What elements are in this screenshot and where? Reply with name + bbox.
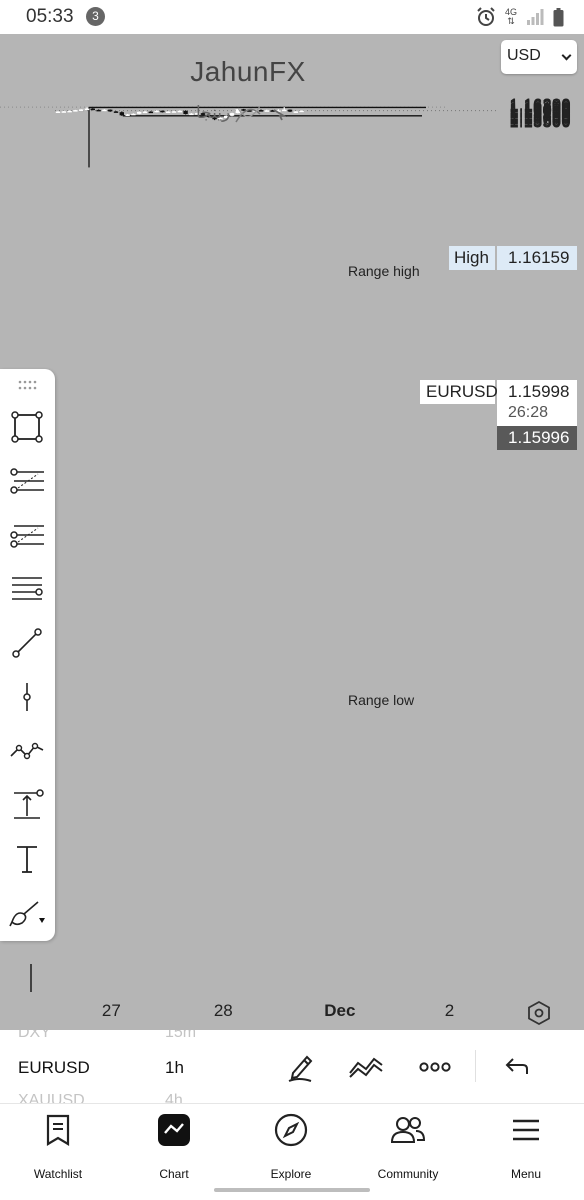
- horizontal-lines-tool-icon[interactable]: [8, 570, 46, 608]
- candle-body: [125, 114, 130, 116]
- more-icon[interactable]: [415, 1048, 455, 1086]
- nav-chart-label: Chart: [159, 1167, 189, 1181]
- fib-retracement-tool-icon[interactable]: [8, 462, 46, 500]
- x-tick-label: Dec: [324, 1001, 355, 1020]
- rectangle-tool-icon[interactable]: [8, 408, 46, 446]
- candle-body: [102, 109, 107, 112]
- action-divider: [475, 1050, 476, 1082]
- candle-body: [142, 111, 148, 114]
- compass-icon: [273, 1112, 309, 1148]
- range-high-label[interactable]: Range high: [348, 263, 420, 279]
- last-price: 1.15998: [508, 382, 570, 401]
- nav-watchlist-label: Watchlist: [33, 1167, 83, 1181]
- alarm-icon: [477, 7, 495, 26]
- symbol-interval-bar: DXY EURUSD XAUUSD 15m 1h 4h: [0, 1030, 584, 1104]
- candle-body: [154, 110, 159, 113]
- candle-body: [55, 111, 61, 114]
- candle-body: [189, 113, 194, 116]
- candle-body: [137, 111, 142, 114]
- community-icon: [390, 1112, 426, 1148]
- menu-icon: [508, 1112, 544, 1148]
- bottom-navigation: Watchlist Chart Explore Community Menu: [0, 1104, 584, 1200]
- nav-watchlist[interactable]: Watchlist: [8, 1112, 108, 1182]
- status-bar: 05:33 3 4G ⇅: [0, 0, 584, 34]
- watchlist-icon: [40, 1112, 76, 1148]
- nav-menu[interactable]: Menu: [476, 1112, 576, 1182]
- indicators-icon[interactable]: [346, 1048, 386, 1086]
- vertical-line-tool-icon[interactable]: [8, 678, 46, 716]
- nav-community-label: Community: [377, 1167, 439, 1181]
- candle-body: [160, 110, 165, 113]
- symbol-option-above[interactable]: DXY: [18, 1030, 51, 1042]
- nav-explore[interactable]: Explore: [241, 1112, 341, 1182]
- status-time: 05:33: [26, 6, 74, 27]
- candle-body: [96, 109, 101, 112]
- drawing-tools-panel: [0, 369, 55, 941]
- candle-countdown: 26:28: [508, 404, 549, 421]
- battery-icon: [553, 7, 564, 26]
- candle-body: [131, 113, 136, 116]
- symbol-selector[interactable]: EURUSD: [18, 1058, 90, 1078]
- fib-extension-tool-icon[interactable]: [8, 516, 46, 554]
- watermark-logo: رینجا: [196, 100, 296, 128]
- nav-chart[interactable]: Chart: [124, 1112, 224, 1182]
- current-price-tag: 1.15996: [497, 426, 577, 450]
- candle-body: [67, 110, 72, 113]
- y-tick-label: 1.15500: [509, 112, 570, 131]
- candle-body: [79, 109, 84, 111]
- x-tick-label: 2: [445, 1001, 454, 1020]
- x-tick-label: 27: [102, 1001, 121, 1020]
- draw-pen-icon[interactable]: [280, 1048, 320, 1086]
- watermark-title: JahunFX: [190, 56, 306, 87]
- currency-value: USD: [507, 47, 541, 64]
- currency-selector[interactable]: USD: [501, 40, 577, 74]
- symbol-option-below[interactable]: XAUUSD: [18, 1092, 85, 1103]
- trend-line-tool-icon[interactable]: [8, 624, 46, 662]
- home-indicator[interactable]: [214, 1188, 370, 1192]
- price-range-tool-icon[interactable]: [8, 786, 46, 824]
- path-tool-icon[interactable]: [8, 732, 46, 770]
- candle-body: [166, 111, 171, 114]
- candle-body: [183, 110, 188, 115]
- interval-option-above[interactable]: 15m: [165, 1030, 196, 1042]
- candle-body: [299, 110, 304, 113]
- watermark-logo-text: رینجا: [196, 103, 231, 123]
- price-chart[interactable]: 1.16300 1.16250 1.16200 1.16150 1.16100 1.160…: [0, 34, 584, 1030]
- drag-handle-icon[interactable]: [17, 379, 37, 391]
- app-root: 05:33 3 4G ⇅ 1.16300 1.16250 1.16200 1.1…: [0, 0, 584, 1200]
- high-price-tag: 1.16159: [497, 246, 577, 270]
- candle-body: [84, 108, 90, 111]
- candle-body: [119, 112, 124, 116]
- notification-count-badge: 3: [86, 7, 105, 26]
- logo-mark-icon: [235, 105, 288, 123]
- interval-option-below[interactable]: 4h: [165, 1092, 183, 1103]
- last-price-tag: 1.15998 26:28: [497, 380, 577, 426]
- x-tick-label: 28: [214, 1001, 233, 1020]
- candle-body: [177, 110, 182, 113]
- interval-selector[interactable]: 1h: [165, 1058, 184, 1078]
- symbol-price-label: EURUSD: [420, 380, 498, 404]
- chevron-down-icon: [561, 50, 572, 61]
- status-icons: 4G ⇅: [476, 7, 564, 27]
- candle-body: [73, 110, 78, 112]
- nav-community[interactable]: Community: [358, 1112, 458, 1182]
- candle-body: [113, 111, 119, 113]
- hexagon-settings-icon[interactable]: [526, 1000, 552, 1026]
- candle-body: [148, 111, 153, 114]
- text-tool-icon[interactable]: [8, 840, 46, 878]
- candle-body: [90, 108, 95, 111]
- chart-icon: [156, 1112, 192, 1148]
- range-low-label[interactable]: Range low: [348, 692, 414, 708]
- signal-icon: [527, 9, 544, 25]
- candlestick-chart[interactable]: 1.163001.162501.162001.161501.161001.160…: [0, 34, 584, 1030]
- undo-icon[interactable]: [496, 1048, 536, 1086]
- candle-body: [108, 109, 113, 112]
- candle-body: [171, 111, 177, 113]
- nav-explore-label: Explore: [270, 1167, 312, 1181]
- network-4g-icon: 4G ⇅: [504, 7, 517, 26]
- candle-body: [61, 111, 66, 113]
- brush-tool-icon[interactable]: [8, 894, 46, 932]
- nav-menu-label: Menu: [510, 1167, 542, 1181]
- high-label-tag: High: [449, 246, 495, 270]
